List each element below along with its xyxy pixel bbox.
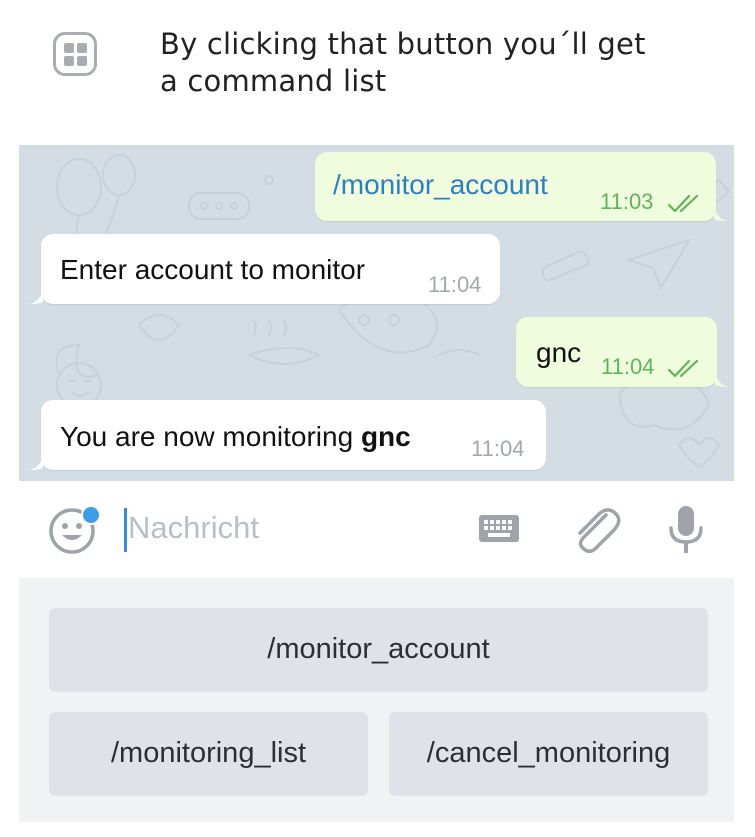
caption-line-2: a command list	[160, 64, 387, 98]
message-text-plain: You are now monitoring	[60, 421, 361, 452]
read-check-icon	[667, 194, 699, 213]
command-button-monitor-account[interactable]: /monitor_account	[49, 608, 708, 691]
paperclip-icon[interactable]	[570, 505, 622, 557]
bubble-tail	[29, 454, 43, 470]
message-time: 11:04	[601, 354, 655, 379]
message-time: 11:03	[600, 189, 654, 214]
bubble-tail	[715, 371, 729, 387]
message-input[interactable]: Nachricht	[128, 510, 259, 546]
caption-line-1: By clicking that button you´ll get	[160, 27, 646, 61]
message-time: 11:04	[471, 436, 525, 461]
message-time: 11:04	[428, 272, 482, 297]
read-check-icon	[667, 359, 699, 378]
command-button-monitoring-list[interactable]: /monitoring_list	[49, 712, 368, 795]
smiley-icon[interactable]	[46, 502, 102, 558]
message-outgoing[interactable]: gnc 11:04	[516, 317, 717, 387]
bubble-tail	[29, 288, 43, 304]
message-text[interactable]: /monitor_account	[333, 169, 548, 201]
text-caret	[124, 508, 127, 552]
message-text-bold: gnc	[360, 421, 411, 452]
message-text: gnc	[536, 337, 582, 368]
message-text: You are now monitoring gnc	[60, 421, 411, 453]
message-incoming[interactable]: Enter account to monitor 11:04	[41, 234, 500, 304]
bubble-tail	[714, 205, 728, 221]
keyboard-icon[interactable]	[477, 513, 521, 545]
message-text: Enter account to monitor	[60, 254, 366, 285]
command-button-cancel-monitoring[interactable]: /cancel_monitoring	[389, 712, 708, 795]
caption-text: By clicking that button you´ll get a com…	[160, 26, 720, 100]
message-incoming[interactable]: You are now monitoring gnc 11:04	[41, 400, 546, 470]
bot-command-icon	[53, 32, 97, 76]
bot-command-keyboard: /monitor_account /monitoring_list /cance…	[19, 578, 734, 822]
microphone-icon[interactable]	[666, 504, 706, 558]
message-outgoing[interactable]: /monitor_account 11:03	[315, 152, 716, 221]
chat-area: /monitor_account 11:03 Enter account to …	[19, 145, 734, 481]
